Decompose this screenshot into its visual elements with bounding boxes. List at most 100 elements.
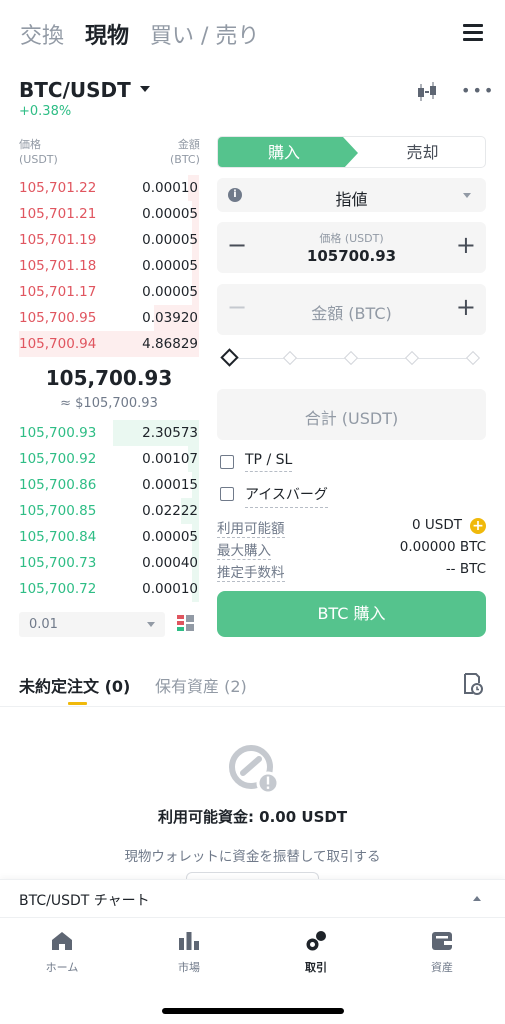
ask-price: 105,700.94: [19, 336, 97, 352]
ask-qty: 0.00010: [142, 180, 198, 196]
home-icon: [52, 932, 72, 950]
bid-qty: 0.00015: [142, 477, 198, 493]
price-change: +0.38%: [19, 104, 72, 119]
slider-step-100[interactable]: [465, 350, 481, 366]
ask-row[interactable]: 105,700.95 0.03920: [19, 305, 199, 331]
iceberg-label[interactable]: アイスバーグ: [245, 484, 328, 508]
bid-qty: 0.00010: [142, 581, 198, 597]
caret-up-icon[interactable]: [473, 896, 481, 901]
bid-row[interactable]: 105,700.92 0.00107: [19, 446, 199, 472]
home-indicator: [162, 1008, 344, 1014]
bid-qty: 0.00107: [142, 451, 198, 467]
orderbook-amount-header: 金額 (BTC): [170, 138, 200, 166]
bid-qty: 0.00040: [142, 555, 198, 571]
empty-subtitle: 現物ウォレットに資金を振替して取引する: [124, 849, 381, 865]
order-history-icon[interactable]: [463, 673, 483, 695]
empty-title: 利用可能資金: 0.00 USDT: [157, 808, 348, 826]
bid-price: 105,700.85: [19, 503, 97, 519]
max-buy-row: 最大購入 0.00000 BTC: [217, 539, 486, 560]
ask-price: 105,700.95: [19, 310, 97, 326]
no-funds-icon: [229, 745, 280, 795]
sell-tab[interactable]: 売却: [358, 137, 485, 167]
caret-down-icon: [463, 193, 471, 198]
ask-price: 105,701.21: [19, 206, 97, 222]
iceberg-checkbox[interactable]: [220, 487, 234, 501]
more-icon[interactable]: •••: [461, 83, 495, 99]
buy-button[interactable]: BTC 購入: [217, 591, 486, 637]
tab-buy-sell[interactable]: 買い / 売り: [150, 18, 259, 50]
ask-row[interactable]: 105,701.22 0.00010: [19, 175, 199, 201]
ask-price: 105,701.19: [19, 232, 97, 248]
ask-row[interactable]: 105,701.17 0.00005: [19, 279, 199, 305]
bid-row[interactable]: 105,700.85 0.02222: [19, 498, 199, 524]
ask-row[interactable]: 105,700.94 4.86829: [19, 331, 199, 357]
order-type-select[interactable]: i 指値: [217, 178, 486, 212]
ask-row[interactable]: 105,701.18 0.00005: [19, 253, 199, 279]
bid-qty: 0.00005: [142, 529, 198, 545]
tab-holdings[interactable]: 保有資産 (2): [155, 673, 247, 697]
wallet-icon: [432, 932, 452, 950]
bid-row[interactable]: 105,700.93 2.30573: [19, 420, 199, 446]
last-price-fiat: ≈ $105,700.93: [60, 396, 158, 411]
bid-row[interactable]: 105,700.86 0.00015: [19, 472, 199, 498]
ask-qty: 0.00005: [142, 232, 198, 248]
nav-home[interactable]: ホーム: [17, 930, 107, 975]
bid-row[interactable]: 105,700.73 0.00040: [19, 550, 199, 576]
nav-assets[interactable]: 資産: [397, 930, 487, 975]
slider-handle[interactable]: [220, 348, 239, 367]
nav-markets[interactable]: 市場: [144, 930, 234, 975]
ask-row[interactable]: 105,701.19 0.00005: [19, 227, 199, 253]
tab-spot[interactable]: 現物: [85, 18, 129, 50]
bid-row[interactable]: 105,700.72 0.00010: [19, 576, 199, 602]
caret-down-icon[interactable]: [140, 86, 150, 92]
bid-row[interactable]: 105,700.84 0.00005: [19, 524, 199, 550]
bid-price: 105,700.92: [19, 451, 97, 467]
tpsl-checkbox[interactable]: [220, 455, 234, 469]
bid-price: 105,700.72: [19, 581, 97, 597]
slider-step-25[interactable]: [282, 350, 298, 366]
amount-increase-button[interactable]: +: [456, 295, 476, 319]
buy-sell-toggle: 購入 売却: [217, 136, 486, 168]
amount-slider[interactable]: [220, 348, 481, 367]
bid-price: 105,700.93: [19, 425, 97, 441]
trade-icon: [306, 931, 326, 951]
ask-qty: 4.86829: [142, 336, 198, 352]
bar-chart-icon: [179, 932, 199, 950]
precision-select[interactable]: 0.01: [19, 612, 165, 637]
deposit-plus-icon[interactable]: +: [470, 518, 486, 534]
bid-price: 105,700.84: [19, 529, 97, 545]
candlestick-icon[interactable]: [416, 82, 440, 102]
ask-price: 105,701.22: [19, 180, 97, 196]
tpsl-label[interactable]: TP / SL: [245, 452, 293, 472]
menu-icon[interactable]: [463, 24, 483, 41]
slider-step-75[interactable]: [404, 350, 420, 366]
price-increase-button[interactable]: +: [456, 233, 476, 257]
orderbook-price-header: 価格 (USDT): [19, 138, 58, 166]
buy-tab[interactable]: 購入: [218, 137, 358, 167]
ask-qty: 0.00005: [142, 258, 198, 274]
tab-open-orders[interactable]: 未約定注文 (0): [19, 673, 130, 697]
bid-qty: 2.30573: [142, 425, 198, 441]
tab-indicator: [68, 702, 87, 705]
ask-row[interactable]: 105,701.21 0.00005: [19, 201, 199, 227]
orderbook-layout-icon[interactable]: [177, 614, 195, 634]
slider-step-50[interactable]: [343, 350, 359, 366]
price-input[interactable]: − 価格 (USDT) 105700.93 +: [217, 222, 486, 273]
divider: [0, 706, 505, 707]
ask-qty: 0.00005: [142, 206, 198, 222]
bid-price: 105,700.73: [19, 555, 97, 571]
price-value[interactable]: 105700.93: [217, 247, 486, 265]
last-price[interactable]: 105,700.93: [19, 366, 199, 390]
bid-price: 105,700.86: [19, 477, 97, 493]
amount-input[interactable]: − 金額 (BTC) +: [217, 284, 486, 335]
caret-down-icon: [147, 622, 155, 627]
ask-price: 105,701.17: [19, 284, 97, 300]
tab-swap[interactable]: 交換: [20, 18, 64, 50]
top-tabs: 交換 現物 買い / 売り: [0, 0, 505, 62]
fee-row: 推定手数料 -- BTC: [217, 561, 486, 582]
pair-selector[interactable]: BTC/USDT: [19, 78, 131, 102]
total-input[interactable]: 合計 (USDT): [217, 389, 486, 440]
ask-qty: 0.03920: [142, 310, 198, 326]
nav-trade[interactable]: 取引: [271, 930, 361, 975]
chart-drawer[interactable]: BTC/USDT チャート: [0, 879, 505, 917]
